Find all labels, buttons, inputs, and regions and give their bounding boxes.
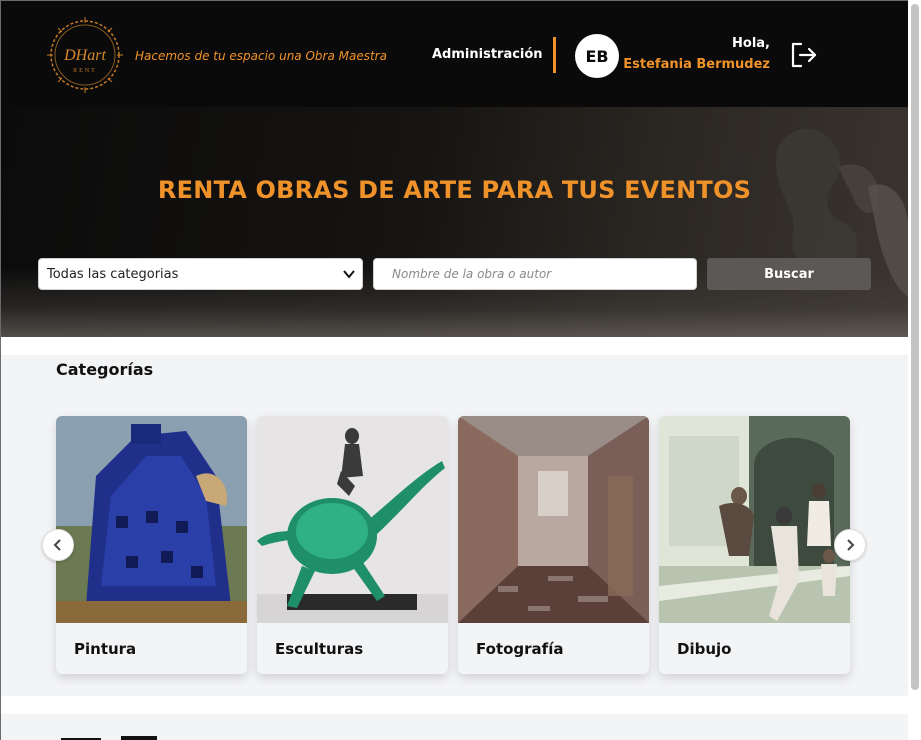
categories-heading: Categorías	[56, 360, 154, 379]
scrollbar-track[interactable]	[908, 0, 921, 740]
categories-section: Categorías Pintura Esculturas Fotografía…	[1, 355, 908, 696]
user-avatar[interactable]: EB	[575, 34, 619, 78]
painting-image	[56, 416, 247, 623]
category-card-fotografia[interactable]: Fotografía	[458, 416, 649, 674]
brand-logo[interactable]: DHart RENT	[45, 15, 125, 95]
category-label: Dibujo	[677, 640, 732, 658]
category-select[interactable]: Todas las categorias	[38, 258, 363, 290]
hero-sculpture-image	[728, 128, 908, 297]
category-label: Pintura	[74, 640, 137, 658]
search-button[interactable]: Buscar	[707, 258, 871, 290]
admin-link[interactable]: Administración	[432, 47, 543, 62]
hero-banner: RENTA OBRAS DE ARTE PARA TUS EVENTOS Tod…	[1, 107, 908, 337]
scrollbar-thumb[interactable]	[911, 4, 919, 690]
top-navbar: DHart RENT Hacemos de tu espacio una Obr…	[1, 1, 908, 107]
user-name: Estefania Bermudez	[623, 57, 770, 72]
chevron-left-icon	[53, 539, 61, 551]
sculpture-image	[257, 416, 448, 623]
search-input[interactable]: Nombre de la obra o autor	[373, 258, 697, 290]
svg-text:DHart: DHart	[63, 47, 106, 64]
header-divider	[553, 37, 556, 73]
svg-text:RENT: RENT	[73, 68, 97, 74]
carousel-next-button[interactable]	[834, 529, 866, 561]
hero-title: RENTA OBRAS DE ARTE PARA TUS EVENTOS	[157, 176, 752, 204]
category-card-esculturas[interactable]: Esculturas	[257, 416, 448, 674]
category-card-pintura[interactable]: Pintura	[56, 416, 247, 674]
photograph-image	[458, 416, 649, 623]
carousel-prev-button[interactable]	[42, 529, 74, 561]
category-label: Esculturas	[275, 640, 364, 658]
category-label: Fotografía	[476, 640, 564, 658]
logout-icon[interactable]	[788, 39, 820, 71]
tagline: Hacemos de tu espacio una Obra Maestra	[135, 49, 387, 63]
category-card-dibujo[interactable]: Dibujo	[659, 416, 850, 674]
search-placeholder: Nombre de la obra o autor	[392, 267, 552, 281]
category-select-value: Todas las categorias	[47, 266, 179, 282]
next-section	[1, 714, 908, 740]
greeting-text: Hola,	[732, 36, 770, 51]
next-section-heading-peek	[61, 736, 157, 740]
drawing-image	[659, 416, 850, 623]
chevron-right-icon	[847, 539, 855, 551]
chevron-down-icon	[342, 267, 356, 281]
